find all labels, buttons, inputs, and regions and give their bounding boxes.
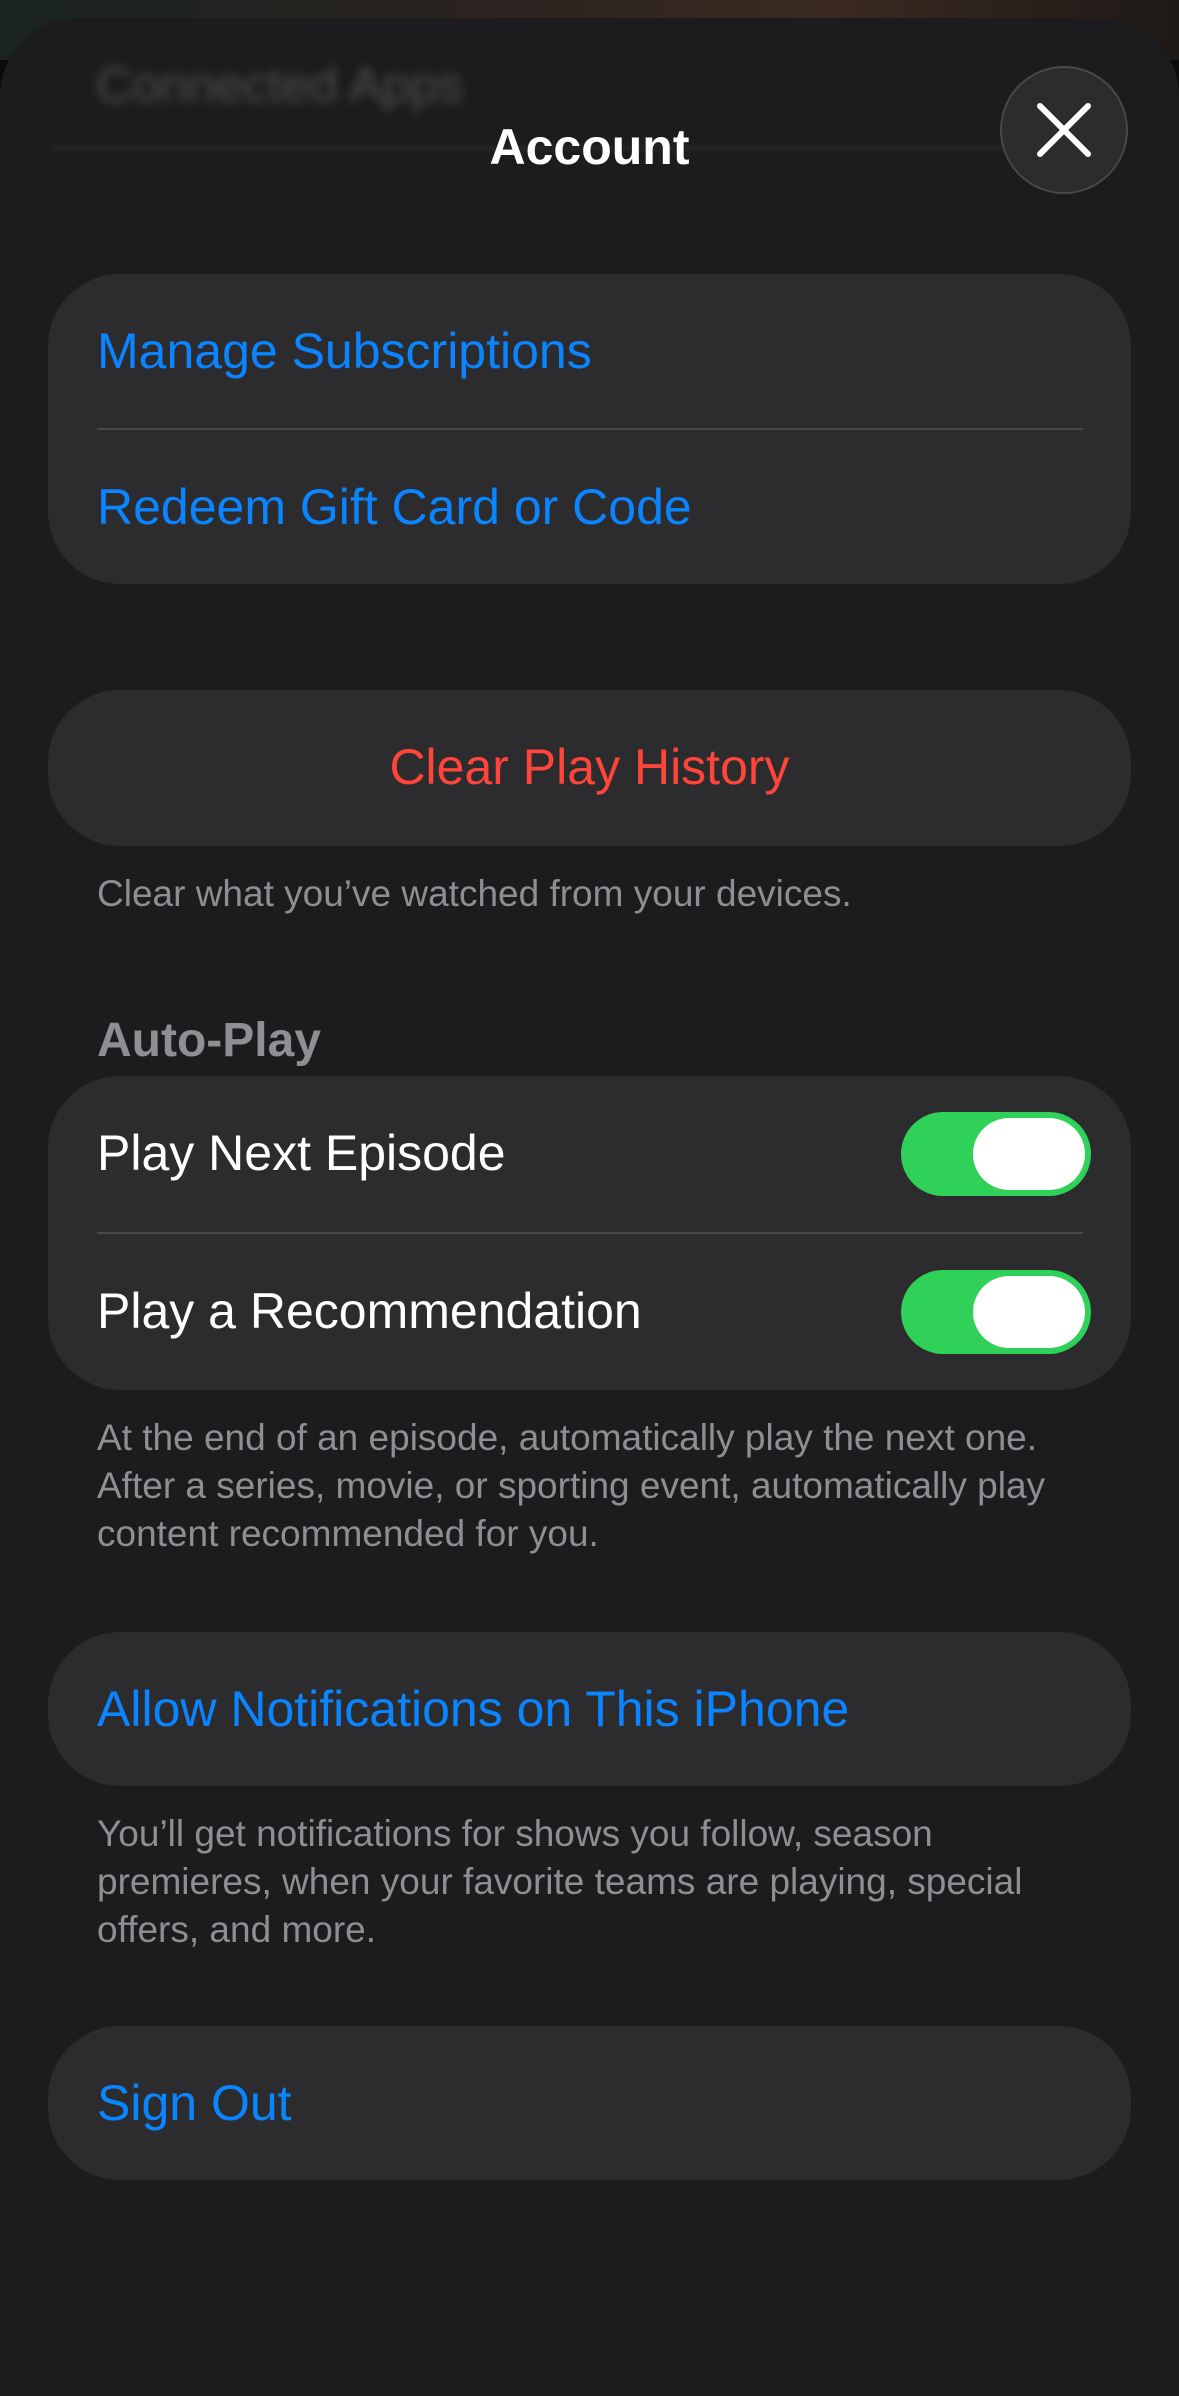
autoplay-section-header: Auto-Play [97,1014,322,1067]
play-next-episode-label: Play Next Episode [97,1125,506,1181]
play-recommendation-row: Play a Recommendation [97,1234,1131,1388]
allow-notifications-row: Allow Notifications on This iPhone [97,1632,1131,1786]
close-button[interactable] [1000,66,1128,194]
allow-notifications-button[interactable]: Allow Notifications on This iPhone [48,1632,1131,1786]
toggle-knob [973,1276,1085,1348]
clear-play-history-row: Clear Play History [48,690,1131,844]
redeem-gift-card-button[interactable]: Redeem Gift Card or Code [97,430,1131,584]
allow-notifications-label: Allow Notifications on This iPhone [97,1681,850,1737]
autoplay-group: Play Next Episode Play a Recommendation [48,1076,1131,1390]
autoplay-footnote: At the end of an episode, automatically … [97,1417,1046,1554]
play-next-episode-toggle[interactable] [901,1112,1091,1196]
background-ghost-title: Connected Apps [96,57,463,113]
manage-subscriptions-label: Manage Subscriptions [97,323,592,379]
toggle-knob [973,1118,1085,1190]
play-next-episode-row: Play Next Episode [97,1076,1131,1230]
clear-play-history-label: Clear Play History [389,739,790,795]
redeem-gift-card-label: Redeem Gift Card or Code [97,479,692,535]
close-icon [1037,103,1091,157]
clear-play-history-button[interactable]: Clear Play History [48,690,1131,846]
play-recommendation-toggle[interactable] [901,1270,1091,1354]
manage-subscriptions-button[interactable]: Manage Subscriptions [97,274,1131,428]
account-options-group: Manage Subscriptions Redeem Gift Card or… [48,274,1131,584]
account-sheet: Connected Apps Account Manage Subscripti… [0,18,1179,2396]
sign-out-row: Sign Out [97,2026,1131,2180]
notifications-footnote: You’ll get notifications for shows you f… [97,1813,1023,1950]
play-recommendation-label: Play a Recommendation [97,1283,642,1339]
clear-history-footnote: Clear what you’ve watched from your devi… [97,873,852,914]
sign-out-button[interactable]: Sign Out [48,2026,1131,2180]
sign-out-label: Sign Out [97,2075,292,2131]
